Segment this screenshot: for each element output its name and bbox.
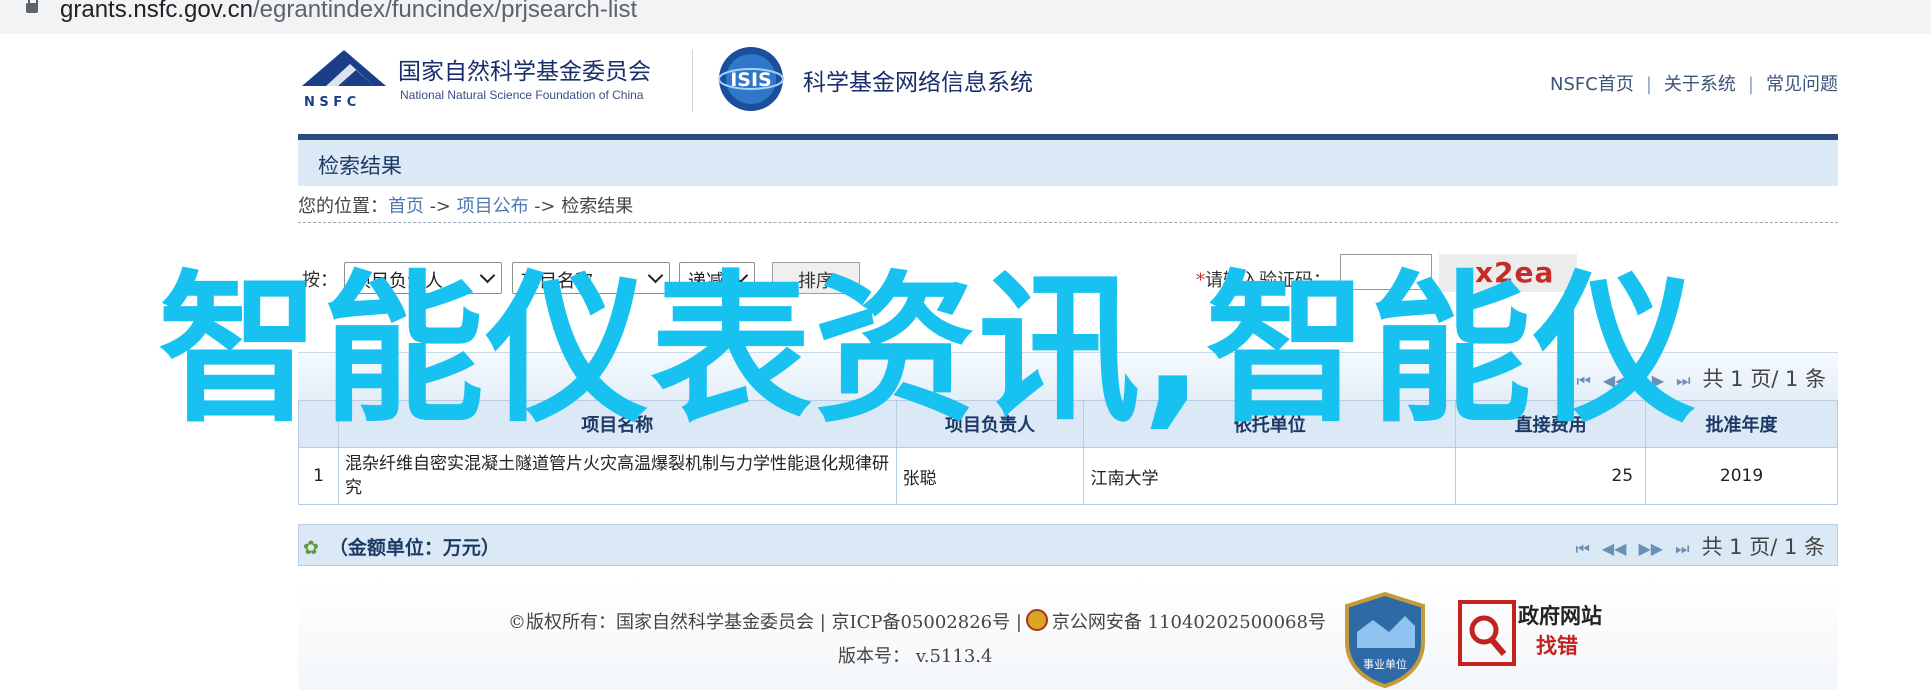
breadcrumb-project-announce[interactable]: 项目公布 (457, 196, 529, 217)
prev-page-icon[interactable]: ◀◀ (1602, 539, 1627, 558)
next-page-icon[interactable]: ▶▶ (1638, 539, 1663, 558)
nsfc-logo[interactable]: N S F C (298, 46, 392, 110)
badge-label: 事业单位 (1363, 657, 1407, 671)
last-page-icon[interactable]: ⏭ (1675, 539, 1689, 558)
nsfc-name-cn: 国家自然科学基金委员会 (398, 59, 651, 85)
url-text[interactable]: grants.nsfc.gov.cn/egrantindex/funcindex… (60, 0, 637, 24)
isis-logo-text: ISIS (730, 69, 772, 91)
money-icon: ✿ (303, 537, 319, 559)
breadcrumb: 您的位置：首页 -> 项目公布 -> 检索结果 (298, 192, 1838, 223)
lock-icon (26, 0, 38, 13)
top-links: NSFC首页 | 关于系统 | 常见问题 (1550, 70, 1838, 96)
breadcrumb-current: 检索结果 (561, 196, 634, 217)
page-content: N S F C 国家自然科学基金委员会 National Natural Sci… (298, 34, 1838, 690)
nsfc-name-en: National Natural Science Foundation of C… (400, 88, 644, 102)
row-direct-cost: 25 (1455, 447, 1647, 505)
browser-address-bar[interactable]: grants.nsfc.gov.cn/egrantindex/funcindex… (0, 0, 1931, 34)
link-about-system[interactable]: 关于系统 (1664, 74, 1736, 95)
row-approval-year: 2019 (1645, 447, 1838, 505)
row-leader: 张聪 (895, 447, 1085, 505)
police-emblem-icon (1025, 609, 1048, 631)
gov-error-report-badge[interactable]: 政府网站 找错 (1458, 600, 1618, 670)
nsfc-abbr: N S F C (304, 95, 356, 110)
link-separator: | (1747, 74, 1754, 95)
public-institution-badge[interactable]: 事业单位 (1343, 592, 1427, 688)
table-row: 1 混杂纤维自密实混凝土隧道管片火灾高温爆裂机制与力学性能退化规律研究 张聪 江… (298, 447, 1838, 505)
beian-link[interactable]: 京公网安备 11040202500068号 (1052, 612, 1326, 633)
magnifier-icon (1458, 600, 1516, 666)
breadcrumb-prefix: 您的位置： (298, 196, 388, 217)
link-faq[interactable]: 常见问题 (1766, 74, 1838, 95)
row-institution: 江南大学 (1083, 447, 1457, 505)
pager-count: 共 1 页/ 1 条 (1702, 367, 1827, 391)
site-header: N S F C 国家自然科学基金委员会 National Natural Sci… (298, 34, 1838, 134)
unit-note: ✿ （金额单位：万元） (303, 533, 500, 560)
copyright-line: ©版权所有：国家自然科学基金委员会 | 京ICP备05002826号 | 京公网安… (508, 608, 1326, 634)
link-separator: | (1645, 74, 1652, 95)
copyright-text: ©版权所有：国家自然科学基金委员会 | 京ICP备05002826号 | (508, 612, 1022, 633)
breadcrumb-sep: -> (424, 196, 457, 217)
section-title: 检索结果 (318, 154, 402, 178)
site-footer: ©版权所有：国家自然科学基金委员会 | 京ICP备05002826号 | 京公网安… (298, 578, 1838, 690)
unit-note-text: （金额单位：万元） (328, 537, 500, 559)
breadcrumb-sep: -> (528, 196, 562, 217)
header-divider (692, 50, 693, 112)
breadcrumb-home[interactable]: 首页 (388, 196, 424, 217)
link-nsfc-home[interactable]: NSFC首页 (1550, 74, 1634, 95)
pager-bottom: ⏮ ◀◀ ▶▶ ⏭ 共 1 页/ 1 条 (1575, 531, 1825, 561)
pager-bar-bottom: ✿ （金额单位：万元） ⏮ ◀◀ ▶▶ ⏭ 共 1 页/ 1 条 (298, 524, 1838, 566)
isis-logo[interactable]: ISIS (716, 44, 786, 114)
row-project-name[interactable]: 混杂纤维自密实混凝土隧道管片火灾高温爆裂机制与力学性能退化规律研究 (337, 447, 897, 505)
isis-system-name: 科学基金网络信息系统 (803, 70, 1033, 96)
version-line: 版本号： v.5113.4 (838, 646, 993, 667)
row-index: 1 (298, 447, 339, 505)
section-title-bar: 检索结果 (298, 140, 1838, 186)
pager-count: 共 1 页/ 1 条 (1701, 535, 1826, 559)
gov-badge-line2: 找错 (1536, 634, 1578, 658)
watermark-overlay-text: 智能仪表资讯,智能仪 (158, 257, 1698, 445)
gov-badge-line1: 政府网站 (1518, 604, 1602, 628)
first-page-icon[interactable]: ⏮ (1575, 539, 1589, 558)
